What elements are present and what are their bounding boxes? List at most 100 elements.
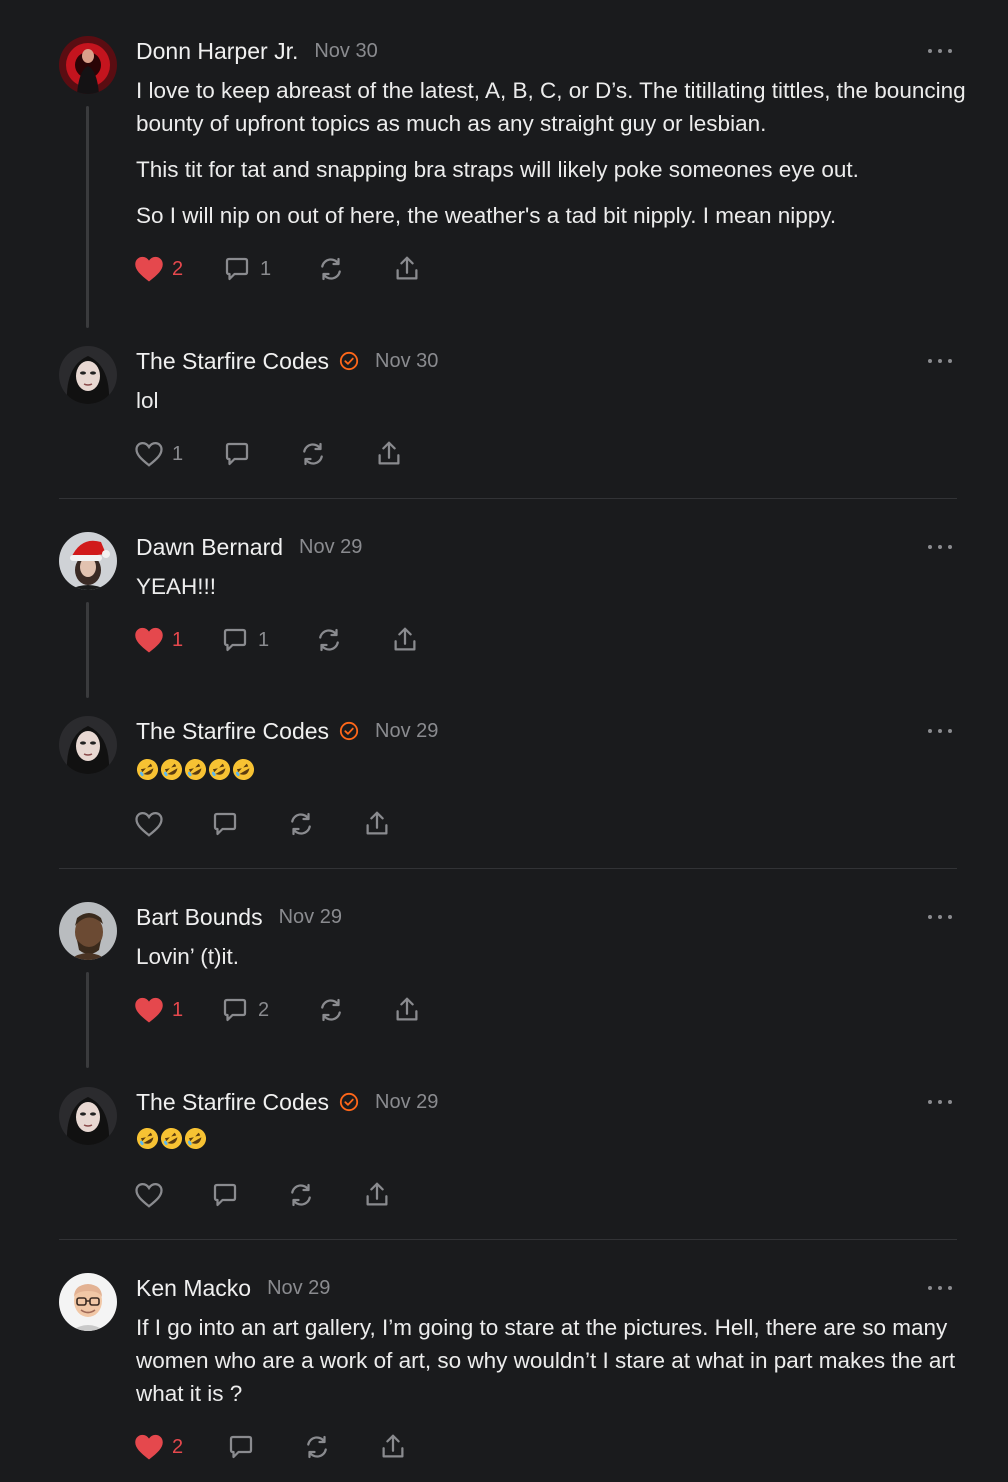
reply-count: 1 [260, 257, 272, 280]
comment-body: YEAH!!! [136, 570, 966, 616]
comment-date[interactable]: Nov 29 [279, 906, 342, 929]
author-name[interactable]: Dawn Bernard [136, 534, 283, 561]
comment-date[interactable]: Nov 29 [375, 1091, 438, 1114]
restack-button[interactable] [316, 995, 392, 1025]
share-button[interactable] [392, 995, 422, 1025]
restack-button[interactable] [314, 625, 390, 655]
more-options-icon[interactable] [928, 1273, 952, 1303]
restack-icon [319, 628, 339, 652]
restack-button[interactable] [302, 1432, 378, 1462]
thread-line [86, 972, 89, 1068]
thread-divider [59, 498, 957, 499]
rolling-laughing-emoji-icon [136, 1127, 159, 1150]
comment-icon [213, 812, 237, 836]
comment-text: If I go into an art gallery, I’m going t… [136, 1315, 956, 1406]
reply-button[interactable]: 1 [220, 625, 314, 655]
more-options-icon[interactable] [928, 716, 952, 746]
comment-actions: 2 1 [134, 252, 422, 286]
share-button[interactable] [362, 809, 392, 839]
reply-button[interactable]: 1 [222, 254, 316, 284]
comment-date[interactable]: Nov 29 [375, 720, 438, 743]
reply-button[interactable] [210, 809, 286, 839]
avatar[interactable] [59, 532, 117, 590]
comment-text: Lovin’ (t)it. [136, 944, 239, 969]
restack-button[interactable] [316, 254, 392, 284]
comment-date[interactable]: Nov 29 [267, 1277, 330, 1300]
comment-date[interactable]: Nov 29 [299, 536, 362, 559]
restack-icon [291, 1183, 311, 1207]
avatar[interactable] [59, 716, 117, 774]
reply-count: 2 [258, 998, 270, 1021]
share-button[interactable] [392, 254, 422, 284]
avatar[interactable] [59, 902, 117, 960]
avatar[interactable] [59, 36, 117, 94]
like-count: 2 [172, 1435, 184, 1458]
restack-icon [307, 1435, 327, 1459]
restack-button[interactable] [298, 439, 374, 469]
share-icon [378, 441, 400, 465]
comment-icon [229, 1435, 253, 1459]
comment-text: lol [136, 388, 159, 413]
more-options-icon[interactable] [928, 1087, 952, 1117]
author-name[interactable]: The Starfire Codes [136, 718, 329, 745]
heart-icon [135, 441, 163, 467]
share-button[interactable] [390, 625, 420, 655]
avatar[interactable] [59, 1087, 117, 1145]
comment-body: If I go into an art gallery, I’m going t… [136, 1311, 966, 1423]
author-name[interactable]: Bart Bounds [136, 904, 263, 931]
share-icon [366, 1182, 388, 1206]
like-button[interactable]: 1 [134, 440, 222, 468]
more-options-icon[interactable] [928, 902, 952, 932]
author-name[interactable]: The Starfire Codes [136, 348, 329, 375]
emoji-row [136, 1127, 966, 1150]
more-options-icon[interactable] [928, 532, 952, 562]
avatar[interactable] [59, 1273, 117, 1331]
share-button[interactable] [362, 1180, 392, 1210]
comment-paragraph: I love to keep abreast of the latest, A,… [136, 78, 966, 136]
author-name[interactable]: The Starfire Codes [136, 1089, 329, 1116]
restack-button[interactable] [286, 1180, 362, 1210]
comment-actions: 1 1 [134, 623, 420, 657]
reply-button[interactable] [222, 439, 298, 469]
comment-actions [134, 1178, 392, 1212]
rolling-laughing-emoji-icon [184, 1127, 207, 1150]
like-count: 2 [172, 257, 184, 280]
heart-filled-icon [135, 997, 163, 1023]
reply-button[interactable] [226, 1432, 302, 1462]
more-options-icon[interactable] [928, 346, 952, 376]
restack-icon [321, 998, 341, 1022]
share-button[interactable] [374, 439, 404, 469]
restack-button[interactable] [286, 809, 362, 839]
more-options-icon[interactable] [928, 36, 952, 66]
restack-icon [291, 812, 311, 836]
author-name[interactable]: Ken Macko [136, 1275, 251, 1302]
verified-badge-icon [339, 1092, 359, 1112]
thread-line [86, 602, 89, 698]
like-button[interactable] [134, 810, 210, 838]
comment-paragraph: This tit for tat and snapping bra straps… [136, 157, 859, 182]
like-button[interactable]: 2 [134, 1433, 226, 1461]
rolling-laughing-emoji-icon [184, 758, 207, 781]
share-icon [366, 811, 388, 835]
reply-button[interactable] [210, 1180, 286, 1210]
heart-filled-icon [135, 1434, 163, 1460]
comment-actions: 1 [134, 437, 404, 471]
verified-badge-icon [339, 721, 359, 741]
author-name[interactable]: Donn Harper Jr. [136, 38, 298, 65]
comment-date[interactable]: Nov 30 [375, 350, 438, 373]
comment-actions: 2 [134, 1430, 408, 1464]
restack-icon [303, 442, 323, 466]
like-button[interactable]: 1 [134, 996, 220, 1024]
share-icon [394, 627, 416, 651]
reply-button[interactable]: 2 [220, 995, 316, 1025]
comment-date[interactable]: Nov 30 [314, 40, 377, 63]
share-icon [382, 1434, 404, 1458]
like-button[interactable]: 1 [134, 626, 220, 654]
comment-body [136, 1127, 966, 1150]
restack-icon [321, 257, 341, 281]
share-button[interactable] [378, 1432, 408, 1462]
avatar[interactable] [59, 346, 117, 404]
like-button[interactable] [134, 1181, 210, 1209]
rolling-laughing-emoji-icon [208, 758, 231, 781]
like-button[interactable]: 2 [134, 255, 222, 283]
